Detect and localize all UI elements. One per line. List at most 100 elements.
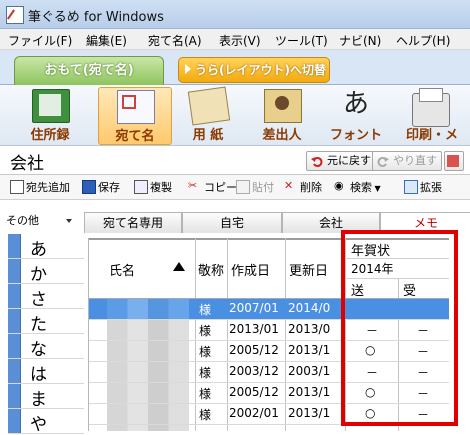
paper-button[interactable]: 用 紙 xyxy=(172,86,244,143)
kana-ka[interactable]: か xyxy=(8,259,84,285)
kana-a[interactable]: あ xyxy=(8,234,84,260)
kana-char: た xyxy=(30,315,47,335)
kana-marker xyxy=(8,409,21,433)
paper-label: 用 紙 xyxy=(192,128,224,143)
kana-char: さ xyxy=(30,290,47,310)
font-icon: あ xyxy=(342,89,369,119)
cell-updated: 2013/1 xyxy=(288,343,331,357)
title-bar: 筆ぐるめ for Windows xyxy=(0,0,470,29)
cell-honorific: 様 xyxy=(199,387,212,401)
kana-ha[interactable]: は xyxy=(8,359,84,385)
kana-na[interactable]: な xyxy=(8,334,84,360)
kana-index: あ か さ た な は ま や xyxy=(8,234,84,435)
paste-label: 貼付 xyxy=(252,181,274,194)
header-honorific[interactable]: 敬称 xyxy=(198,260,224,279)
extend-button[interactable]: 拡張 xyxy=(404,179,442,195)
kana-filter-select[interactable]: その他 xyxy=(6,212,76,230)
kana-sa[interactable]: さ xyxy=(8,284,84,310)
switch-to-back-label: うら(レイアウト)へ切替 xyxy=(195,63,326,77)
menu-view[interactable]: 表示(V) xyxy=(219,32,261,49)
menu-file[interactable]: ファイル(F) xyxy=(8,32,72,49)
overflow-button[interactable] xyxy=(444,151,464,171)
kana-ta[interactable]: た xyxy=(8,309,84,335)
kana-marker xyxy=(8,334,21,358)
font-label: フォント xyxy=(329,128,382,143)
nenga-highlight-box xyxy=(341,230,458,426)
cell-updated: 2003/1 xyxy=(288,364,331,378)
mode-tab-row: おもて(宛て名) うら(レイアウト)へ切替 xyxy=(0,50,470,85)
cell-created: 2003/12 xyxy=(229,364,279,378)
copy-label: コピー xyxy=(204,181,237,194)
sort-ascending-icon xyxy=(173,262,185,271)
header-created[interactable]: 作成日 xyxy=(231,260,270,279)
header-updated[interactable]: 更新日 xyxy=(289,260,328,279)
section-bar: 会社 元に戻す やり直す xyxy=(0,146,470,175)
search-button[interactable]: ◉ 検索 ▼ xyxy=(334,179,381,195)
envelope-icon xyxy=(117,90,155,124)
add-card-icon xyxy=(10,180,24,194)
kana-char: な xyxy=(30,340,47,360)
save-button[interactable]: 保存 xyxy=(82,179,120,195)
delete-icon: ✕ xyxy=(284,179,294,192)
menu-edit[interactable]: 編集(E) xyxy=(86,32,127,49)
redo-icon xyxy=(377,157,389,167)
extend-label: 拡張 xyxy=(420,181,442,194)
more-icon xyxy=(447,155,459,167)
cell-created: 2013/01 xyxy=(229,322,279,336)
sender-icon xyxy=(264,89,302,123)
copy-button[interactable]: ✂ コピー xyxy=(188,179,237,195)
menu-tools[interactable]: ツール(T) xyxy=(275,32,328,49)
add-recipient-label: 宛先追加 xyxy=(26,181,70,194)
blurred-name xyxy=(107,299,189,319)
switch-to-back-layout-button[interactable]: うら(レイアウト)へ切替 xyxy=(178,57,330,83)
delete-label: 削除 xyxy=(300,181,322,194)
cell-created: 2005/12 xyxy=(229,385,279,399)
cell-honorific: 様 xyxy=(199,303,212,317)
chevron-down-icon xyxy=(66,219,72,223)
kana-ma[interactable]: ま xyxy=(8,384,84,410)
kana-marker xyxy=(8,234,21,258)
redo-button[interactable]: やり直す xyxy=(372,151,442,171)
blurred-name xyxy=(107,341,189,361)
menu-help[interactable]: ヘルプ(H) xyxy=(396,32,450,49)
font-button[interactable]: あ フォント xyxy=(320,87,392,143)
page-title: 会社 xyxy=(10,154,44,174)
print-button[interactable]: 印刷・メ xyxy=(394,87,470,143)
tab-front-address[interactable]: おもて(宛て名) xyxy=(14,56,164,85)
undo-button[interactable]: 元に戻す xyxy=(306,151,376,171)
kana-char: ま xyxy=(30,390,47,410)
paste-icon xyxy=(236,180,250,194)
tab-address-only[interactable]: 宛て名専用 xyxy=(84,212,182,233)
delete-button[interactable]: ✕ 削除 xyxy=(284,179,322,195)
cell-updated: 2013/1 xyxy=(288,385,331,399)
address-book-button[interactable]: 住所録 xyxy=(14,87,86,143)
cell-honorific: 様 xyxy=(199,366,212,380)
menu-navi[interactable]: ナビ(N) xyxy=(339,32,381,49)
menu-address[interactable]: 宛て名(A) xyxy=(148,32,202,49)
kana-char: や xyxy=(30,415,47,435)
cell-updated: 2013/1 xyxy=(288,406,331,420)
address-label: 宛て名 xyxy=(115,129,155,144)
duplicate-button[interactable]: 複製 xyxy=(134,179,172,195)
kana-char: か xyxy=(30,265,47,285)
save-icon xyxy=(82,180,96,194)
sender-button[interactable]: 差出人 xyxy=(246,87,318,143)
arrow-right-icon xyxy=(185,64,191,74)
kana-filter-value: その他 xyxy=(6,214,39,227)
kana-marker xyxy=(8,309,21,333)
add-recipient-button[interactable]: 宛先追加 xyxy=(10,179,70,195)
paste-button[interactable]: 貼付 xyxy=(236,179,274,195)
blurred-name xyxy=(107,425,189,431)
copy-icon: ✂ xyxy=(188,179,198,192)
tab-home[interactable]: 自宅 xyxy=(182,212,282,233)
binoculars-icon: ◉ xyxy=(334,179,344,192)
address-button[interactable]: 宛て名 xyxy=(98,87,172,145)
kana-ya[interactable]: や xyxy=(8,409,84,435)
duplicate-label: 複製 xyxy=(150,181,172,194)
duplicate-icon xyxy=(134,180,148,194)
cell-honorific: 様 xyxy=(199,324,212,338)
header-name[interactable]: 氏名 xyxy=(109,260,135,279)
save-label: 保存 xyxy=(98,181,120,194)
blurred-name xyxy=(107,404,189,424)
window-title: 筆ぐるめ for Windows xyxy=(28,10,164,25)
